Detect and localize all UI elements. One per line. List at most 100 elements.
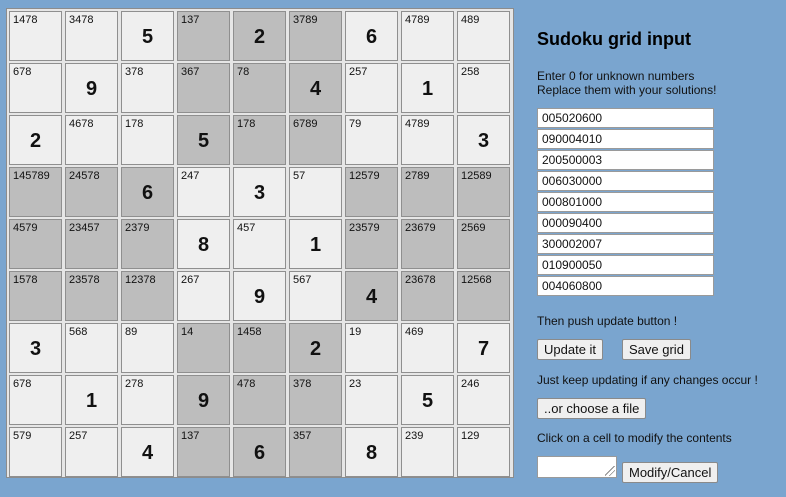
sudoku-cell-r9c9[interactable]: 129 bbox=[457, 427, 510, 477]
sudoku-cell-r2c6[interactable]: 4 bbox=[289, 63, 342, 113]
row-input-6[interactable] bbox=[537, 213, 714, 233]
sudoku-cell-r5c4[interactable]: 8 bbox=[177, 219, 230, 269]
sudoku-cell-r7c8[interactable]: 469 bbox=[401, 323, 454, 373]
modify-cancel-button[interactable]: Modify/Cancel bbox=[622, 462, 719, 483]
sudoku-cell-r8c9[interactable]: 246 bbox=[457, 375, 510, 425]
sudoku-cell-r5c2[interactable]: 23457 bbox=[65, 219, 118, 269]
sudoku-cell-r3c2[interactable]: 4678 bbox=[65, 115, 118, 165]
click-cell-instruction: Click on a cell to modify the contents bbox=[537, 431, 732, 445]
sudoku-cell-r1c9[interactable]: 489 bbox=[457, 11, 510, 61]
sudoku-cell-r4c7[interactable]: 12579 bbox=[345, 167, 398, 217]
sudoku-cell-r1c8[interactable]: 4789 bbox=[401, 11, 454, 61]
sudoku-cell-r7c5[interactable]: 1458 bbox=[233, 323, 286, 373]
sudoku-cell-r1c4[interactable]: 137 bbox=[177, 11, 230, 61]
sudoku-cell-r7c7[interactable]: 19 bbox=[345, 323, 398, 373]
sudoku-cell-r6c4[interactable]: 267 bbox=[177, 271, 230, 321]
cell-value: 1 bbox=[309, 234, 322, 256]
sudoku-cell-r3c1[interactable]: 2 bbox=[9, 115, 62, 165]
sudoku-cell-r8c2[interactable]: 1 bbox=[65, 375, 118, 425]
sudoku-cell-r9c4[interactable]: 137 bbox=[177, 427, 230, 477]
row-input-2[interactable] bbox=[537, 129, 714, 149]
sudoku-cell-r7c9[interactable]: 7 bbox=[457, 323, 510, 373]
sudoku-cell-r3c3[interactable]: 178 bbox=[121, 115, 174, 165]
sudoku-cell-r3c9[interactable]: 3 bbox=[457, 115, 510, 165]
sudoku-cell-r5c5[interactable]: 457 bbox=[233, 219, 286, 269]
sudoku-cell-r4c2[interactable]: 24578 bbox=[65, 167, 118, 217]
sudoku-cell-r6c1[interactable]: 1578 bbox=[9, 271, 62, 321]
sudoku-cell-r4c9[interactable]: 12589 bbox=[457, 167, 510, 217]
sudoku-cell-r5c1[interactable]: 4579 bbox=[9, 219, 62, 269]
sudoku-cell-r5c3[interactable]: 2379 bbox=[121, 219, 174, 269]
sudoku-cell-r8c1[interactable]: 678 bbox=[9, 375, 62, 425]
sudoku-cell-r6c5[interactable]: 9 bbox=[233, 271, 286, 321]
sudoku-cell-r7c6[interactable]: 2 bbox=[289, 323, 342, 373]
sudoku-cell-r9c7[interactable]: 8 bbox=[345, 427, 398, 477]
sudoku-cell-r1c2[interactable]: 3478 bbox=[65, 11, 118, 61]
row-input-9[interactable] bbox=[537, 276, 714, 296]
sudoku-cell-r1c6[interactable]: 3789 bbox=[289, 11, 342, 61]
sudoku-cell-r6c7[interactable]: 4 bbox=[345, 271, 398, 321]
sudoku-cell-r6c3[interactable]: 12378 bbox=[121, 271, 174, 321]
save-grid-button[interactable]: Save grid bbox=[622, 339, 691, 360]
sudoku-cell-r6c8[interactable]: 23678 bbox=[401, 271, 454, 321]
modify-textarea[interactable] bbox=[537, 456, 617, 478]
cell-candidates: 579 bbox=[13, 430, 32, 442]
sudoku-cell-r9c6[interactable]: 357 bbox=[289, 427, 342, 477]
row-input-5[interactable] bbox=[537, 192, 714, 212]
sudoku-cell-r3c8[interactable]: 4789 bbox=[401, 115, 454, 165]
sudoku-cell-r7c4[interactable]: 14 bbox=[177, 323, 230, 373]
sudoku-cell-r7c1[interactable]: 3 bbox=[9, 323, 62, 373]
sudoku-cell-r2c7[interactable]: 257 bbox=[345, 63, 398, 113]
sudoku-cell-r8c6[interactable]: 378 bbox=[289, 375, 342, 425]
sudoku-cell-r6c2[interactable]: 23578 bbox=[65, 271, 118, 321]
sudoku-cell-r2c8[interactable]: 1 bbox=[401, 63, 454, 113]
sudoku-cell-r6c6[interactable]: 567 bbox=[289, 271, 342, 321]
sudoku-cell-r9c3[interactable]: 4 bbox=[121, 427, 174, 477]
sudoku-cell-r8c7[interactable]: 23 bbox=[345, 375, 398, 425]
sudoku-cell-r3c5[interactable]: 178 bbox=[233, 115, 286, 165]
sudoku-cell-r7c2[interactable]: 568 bbox=[65, 323, 118, 373]
sudoku-cell-r7c3[interactable]: 89 bbox=[121, 323, 174, 373]
sudoku-cell-r1c1[interactable]: 1478 bbox=[9, 11, 62, 61]
sudoku-cell-r2c9[interactable]: 258 bbox=[457, 63, 510, 113]
sudoku-cell-r4c4[interactable]: 247 bbox=[177, 167, 230, 217]
sudoku-cell-r5c6[interactable]: 1 bbox=[289, 219, 342, 269]
sudoku-cell-r2c1[interactable]: 678 bbox=[9, 63, 62, 113]
cell-candidates: 678 bbox=[13, 378, 32, 390]
sudoku-cell-r2c4[interactable]: 367 bbox=[177, 63, 230, 113]
sudoku-cell-r8c5[interactable]: 478 bbox=[233, 375, 286, 425]
row-input-3[interactable] bbox=[537, 150, 714, 170]
sudoku-cell-r4c5[interactable]: 3 bbox=[233, 167, 286, 217]
sudoku-cell-r5c7[interactable]: 23579 bbox=[345, 219, 398, 269]
row-input-1[interactable] bbox=[537, 108, 714, 128]
sudoku-cell-r1c7[interactable]: 6 bbox=[345, 11, 398, 61]
sudoku-cell-r9c8[interactable]: 239 bbox=[401, 427, 454, 477]
sudoku-cell-r9c1[interactable]: 579 bbox=[9, 427, 62, 477]
row-input-8[interactable] bbox=[537, 255, 714, 275]
sudoku-cell-r4c6[interactable]: 57 bbox=[289, 167, 342, 217]
sudoku-cell-r4c8[interactable]: 2789 bbox=[401, 167, 454, 217]
sudoku-cell-r3c7[interactable]: 79 bbox=[345, 115, 398, 165]
sudoku-cell-r8c3[interactable]: 278 bbox=[121, 375, 174, 425]
row-input-7[interactable] bbox=[537, 234, 714, 254]
sudoku-cell-r2c3[interactable]: 378 bbox=[121, 63, 174, 113]
sudoku-cell-r4c1[interactable]: 145789 bbox=[9, 167, 62, 217]
sudoku-cell-r8c8[interactable]: 5 bbox=[401, 375, 454, 425]
sudoku-cell-r2c2[interactable]: 9 bbox=[65, 63, 118, 113]
sudoku-cell-r6c9[interactable]: 12568 bbox=[457, 271, 510, 321]
sudoku-cell-r9c2[interactable]: 257 bbox=[65, 427, 118, 477]
resize-grip-icon[interactable] bbox=[605, 466, 615, 476]
sudoku-cell-r4c3[interactable]: 6 bbox=[121, 167, 174, 217]
sudoku-cell-r1c5[interactable]: 2 bbox=[233, 11, 286, 61]
sudoku-cell-r9c5[interactable]: 6 bbox=[233, 427, 286, 477]
choose-file-button[interactable]: ..or choose a file bbox=[537, 398, 647, 419]
sudoku-cell-r3c4[interactable]: 5 bbox=[177, 115, 230, 165]
sudoku-cell-r1c3[interactable]: 5 bbox=[121, 11, 174, 61]
sudoku-cell-r5c9[interactable]: 2569 bbox=[457, 219, 510, 269]
sudoku-cell-r5c8[interactable]: 23679 bbox=[401, 219, 454, 269]
row-input-4[interactable] bbox=[537, 171, 714, 191]
sudoku-cell-r8c4[interactable]: 9 bbox=[177, 375, 230, 425]
sudoku-cell-r2c5[interactable]: 78 bbox=[233, 63, 286, 113]
update-button[interactable]: Update it bbox=[537, 339, 604, 360]
sudoku-cell-r3c6[interactable]: 6789 bbox=[289, 115, 342, 165]
